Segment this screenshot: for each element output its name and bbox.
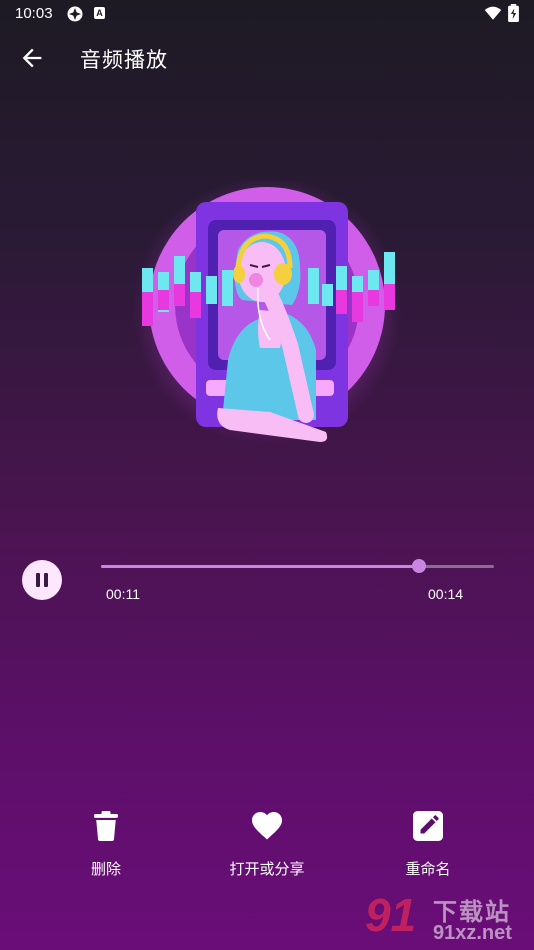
status-bar: 10:03 A — [0, 0, 534, 28]
girl-with-headphones-illustration — [132, 180, 402, 445]
wifi-icon — [484, 6, 502, 20]
watermark-logo: 91 下载站 91xz.net — [365, 888, 534, 950]
trash-icon — [94, 811, 118, 841]
seek-bar[interactable] — [101, 559, 494, 573]
heart-icon — [252, 812, 282, 840]
rename-label: 重命名 — [405, 861, 451, 878]
app-bar: 音频播放 — [0, 30, 534, 86]
pause-icon — [34, 573, 50, 587]
sync-icon — [67, 6, 83, 22]
seek-bar-thumb[interactable] — [412, 559, 427, 573]
delete-button[interactable]: 删除 — [46, 808, 166, 888]
delete-label: 删除 — [90, 861, 121, 878]
watermark-url: 91xz.net — [433, 922, 512, 944]
edit-icon — [413, 811, 443, 841]
page-title: 音频播放 — [80, 49, 168, 72]
open-or-share-label: 打开或分享 — [229, 861, 305, 878]
current-time: 00:11 — [106, 586, 140, 602]
font-a-icon: A — [94, 7, 105, 19]
seek-bar-progress — [101, 565, 420, 568]
open-or-share-button[interactable]: 打开或分享 — [207, 808, 327, 888]
status-time: 10:03 — [15, 5, 53, 22]
rename-button[interactable]: 重命名 — [368, 808, 488, 888]
watermark-number: 91 — [365, 889, 417, 941]
pause-button[interactable] — [22, 560, 62, 600]
back-arrow-icon[interactable] — [18, 44, 46, 72]
total-time: 00:14 — [428, 586, 464, 602]
battery-icon — [508, 4, 519, 22]
